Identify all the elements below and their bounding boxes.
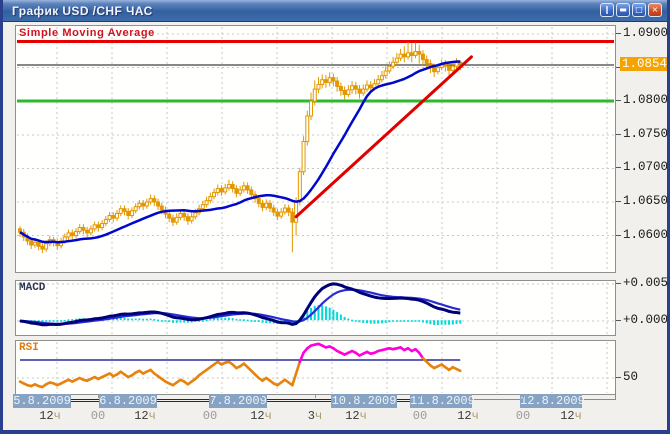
rsi-chart xyxy=(16,341,615,394)
date-connector-line xyxy=(397,399,410,402)
price-axis-tick xyxy=(616,134,621,135)
candlestick-chart xyxy=(16,26,615,272)
time-tick-label: 00 xyxy=(516,409,530,423)
price-axis-label: 1.0800 xyxy=(623,93,668,107)
time-tick-mark xyxy=(50,395,51,398)
time-tick-label: 12ч xyxy=(560,409,582,423)
date-connector-line xyxy=(267,399,331,402)
date-label: 6.8.2009 xyxy=(99,394,157,408)
price-axis-label: 1.0700 xyxy=(623,160,668,174)
title-bar[interactable]: График USD /CHF ЧАС ‖▬□× xyxy=(3,0,667,22)
close-button[interactable]: × xyxy=(648,3,662,17)
date-connector-line xyxy=(157,399,209,402)
rsi-panel[interactable]: RSI xyxy=(15,340,616,395)
time-tick-mark xyxy=(315,395,316,398)
time-tick-mark xyxy=(571,395,572,398)
macd-axis-tick xyxy=(616,320,621,321)
rsi-indicator-label: RSI xyxy=(19,342,39,354)
time-tick-mark xyxy=(145,395,146,398)
price-axis-tick xyxy=(616,100,621,101)
time-tick-mark xyxy=(468,395,469,398)
time-tick-mark xyxy=(356,395,357,398)
macd-chart xyxy=(16,281,615,335)
time-tick-label: 12ч xyxy=(39,409,61,423)
time-tick-mark xyxy=(420,395,421,398)
date-label: 5.8.2009 xyxy=(13,394,71,408)
date-connector-line xyxy=(71,399,99,402)
time-tick-label: 12ч xyxy=(457,409,479,423)
restore-button[interactable]: □ xyxy=(632,3,646,17)
time-tick-label: 00 xyxy=(203,409,217,423)
rsi-axis-tick xyxy=(616,377,621,378)
window-controls: ‖▬□× xyxy=(600,3,662,17)
date-connector-line xyxy=(582,399,615,402)
sma-indicator-label: Simple Moving Average xyxy=(19,27,155,39)
minimize-button[interactable]: ▬ xyxy=(616,3,630,17)
time-tick-label: 00 xyxy=(413,409,427,423)
chart-window: График USD /CHF ЧАС ‖▬□× Simple Moving A… xyxy=(0,0,670,434)
price-axis-tick xyxy=(616,201,621,202)
price-axis-tick xyxy=(616,33,621,34)
date-label: 7.8.2009 xyxy=(209,394,267,408)
axis-corner-line xyxy=(615,388,616,400)
time-tick-label: 3ч xyxy=(308,409,322,423)
macd-axis-label: +0.000 xyxy=(623,313,668,327)
price-axis-label: 1.0600 xyxy=(623,228,668,242)
macd-indicator-label: MACD xyxy=(19,282,45,294)
date-label: 12.8.2009 xyxy=(520,394,582,408)
price-axis-label: 1.0750 xyxy=(623,127,668,141)
rsi-axis-label: 50 xyxy=(623,370,638,384)
window-title: График USD /CHF ЧАС xyxy=(3,4,153,18)
time-tick-mark xyxy=(523,395,524,398)
price-axis-tick xyxy=(616,167,621,168)
date-label: 10.8.2009 xyxy=(331,394,397,408)
time-tick-label: 12ч xyxy=(134,409,156,423)
price-axis-tick xyxy=(616,235,621,236)
current-price-badge: 1.0854 xyxy=(620,57,669,71)
time-tick-label: 00 xyxy=(91,409,105,423)
macd-axis-label: +0.005 xyxy=(623,276,668,290)
date-connector-line xyxy=(472,399,520,402)
macd-panel[interactable]: MACD xyxy=(15,280,616,336)
time-tick-label: 12ч xyxy=(250,409,272,423)
time-tick-mark xyxy=(261,395,262,398)
price-chart-panel[interactable]: Simple Moving Average xyxy=(15,25,616,273)
time-tick-mark xyxy=(210,395,211,398)
macd-axis-tick xyxy=(616,283,621,284)
time-tick-mark xyxy=(98,395,99,398)
pause-button[interactable]: ‖ xyxy=(600,3,614,17)
price-axis-label: 1.0900 xyxy=(623,26,668,40)
time-tick-label: 12ч xyxy=(345,409,367,423)
price-axis-label: 1.0650 xyxy=(623,194,668,208)
